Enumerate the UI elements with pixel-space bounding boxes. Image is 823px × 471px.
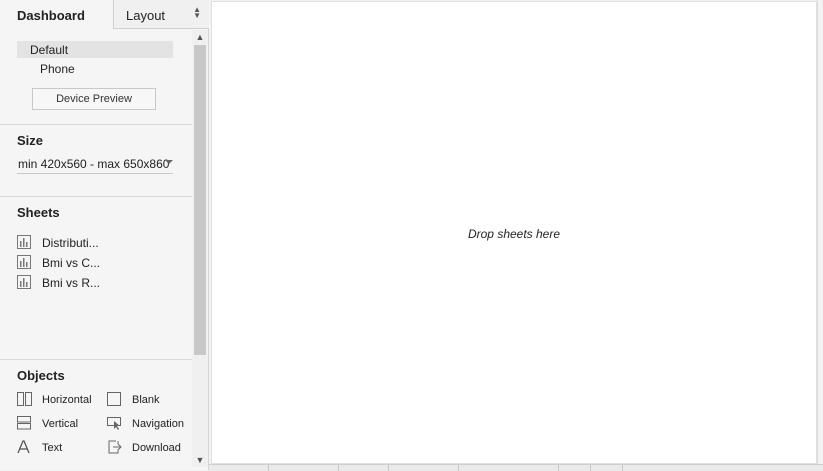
- divider: [0, 359, 192, 360]
- blank-icon: [107, 392, 121, 406]
- device-preview-button[interactable]: Device Preview: [32, 88, 156, 110]
- scrollbar-thumb[interactable]: [194, 45, 206, 355]
- panel-tabs: Dashboard Layout ▲ ▼: [0, 0, 209, 30]
- horizontal-container-icon: [17, 392, 32, 406]
- bar-chart-icon: [17, 275, 31, 289]
- device-item-default[interactable]: Default: [17, 41, 173, 58]
- bar-chart-icon: [17, 255, 31, 269]
- tab-layout[interactable]: Layout ▲ ▼: [113, 0, 209, 29]
- tab-layout-label: Layout: [126, 8, 166, 23]
- dashboard-side-panel: Dashboard Layout ▲ ▼ Default Phone Device…: [0, 0, 209, 470]
- object-label: Horizontal: [42, 394, 92, 406]
- device-item-phone[interactable]: Phone: [17, 60, 173, 77]
- size-dropdown-value: min 420x560 - max 650x860: [18, 157, 170, 171]
- tab-separator: [558, 465, 559, 471]
- size-section-title: Size: [17, 133, 44, 148]
- sheet-item-label: Bmi vs C...: [42, 256, 101, 270]
- tab-separator: [590, 465, 591, 471]
- object-label: Download: [132, 442, 181, 454]
- chevron-down-icon: [165, 160, 173, 164]
- object-label: Blank: [132, 394, 160, 406]
- object-label: Text: [42, 442, 63, 454]
- text-icon: [17, 440, 30, 454]
- bar-chart-icon: [17, 235, 31, 249]
- drop-sheets-hint: Drop sheets here: [467, 227, 561, 241]
- navigation-icon: [107, 417, 121, 430]
- objects-section-title: Objects: [17, 368, 65, 383]
- chevron-up-icon[interactable]: ▲: [192, 30, 208, 44]
- dashboard-canvas[interactable]: Drop sheets here: [211, 1, 817, 464]
- sheet-item-label: Bmi vs R...: [42, 276, 101, 290]
- divider: [0, 124, 192, 125]
- download-icon: [108, 440, 122, 454]
- tab-separator: [388, 465, 389, 471]
- divider: [0, 196, 192, 197]
- updown-arrows-icon: ▲ ▼: [193, 5, 201, 20]
- tab-dashboard[interactable]: Dashboard: [0, 0, 113, 30]
- tab-separator: [458, 465, 459, 471]
- size-dropdown[interactable]: min 420x560 - max 650x860: [17, 154, 173, 174]
- object-label: Navigation: [132, 418, 184, 430]
- vertical-container-icon: [17, 416, 31, 430]
- tab-separator: [338, 465, 339, 471]
- panel-content: Default Phone Device Preview Size min 42…: [0, 30, 192, 470]
- tab-separator: [622, 465, 623, 471]
- object-label: Vertical: [42, 418, 79, 430]
- tab-separator: [268, 465, 269, 471]
- sheets-section-title: Sheets: [17, 205, 60, 220]
- chevron-down-icon[interactable]: ▼: [192, 453, 208, 467]
- sheet-item-label: Distributi...: [42, 236, 99, 250]
- panel-scrollbar[interactable]: ▲ ▼: [192, 30, 208, 467]
- right-edge-strip: [817, 0, 823, 470]
